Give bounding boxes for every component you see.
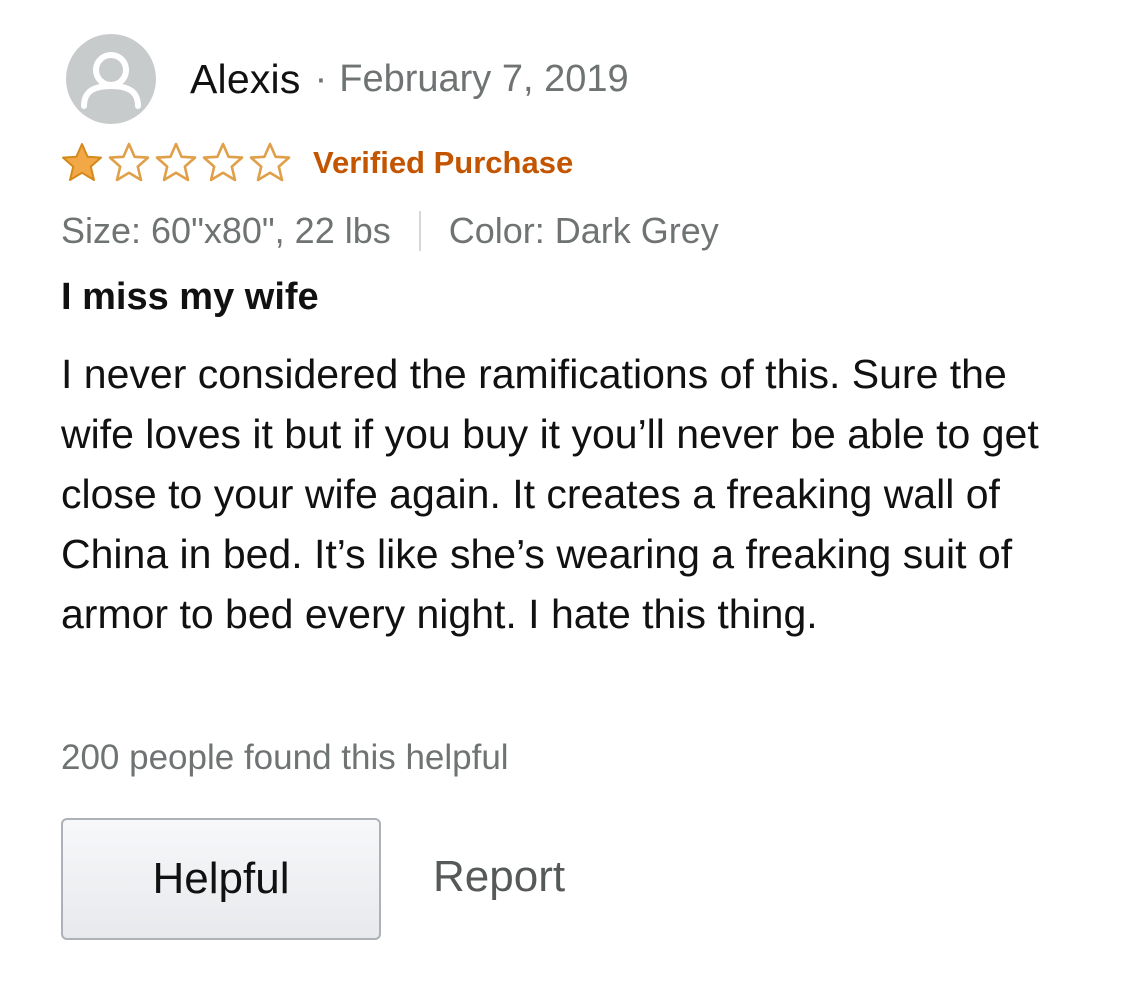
review-date: February 7, 2019 (339, 57, 629, 100)
helpful-count: 200 people found this helpful (61, 738, 509, 777)
star-empty-icon (202, 142, 244, 182)
rating-row: Verified Purchase (60, 140, 573, 186)
star-rating (60, 141, 295, 185)
helpful-button[interactable]: Helpful (61, 818, 381, 940)
review-body: I never considered the ramifications of … (61, 351, 1039, 637)
star-empty-icon (249, 142, 291, 182)
review-card: Alexis · February 7, 2019 Verified Purch… (0, 0, 1125, 986)
variant-info: Size: 60"x80", 22 lbs Color: Dark Grey (61, 206, 719, 256)
review-header: Alexis · February 7, 2019 (66, 34, 629, 124)
default-user-icon (81, 52, 141, 109)
variant-divider (418, 211, 421, 251)
avatar[interactable] (66, 34, 156, 124)
report-link[interactable]: Report (433, 852, 565, 902)
variant-size: Size: 60"x80", 22 lbs (61, 210, 391, 251)
star-empty-icon (108, 142, 150, 182)
variant-color: Color: Dark Grey (448, 210, 719, 251)
star-filled-icon (62, 143, 102, 181)
review-title: I miss my wife (61, 276, 319, 318)
star-empty-icon (155, 142, 197, 182)
separator-dot: · (314, 57, 328, 100)
reviewer-name[interactable]: Alexis (190, 56, 301, 103)
verified-purchase-badge: Verified Purchase (313, 145, 574, 180)
